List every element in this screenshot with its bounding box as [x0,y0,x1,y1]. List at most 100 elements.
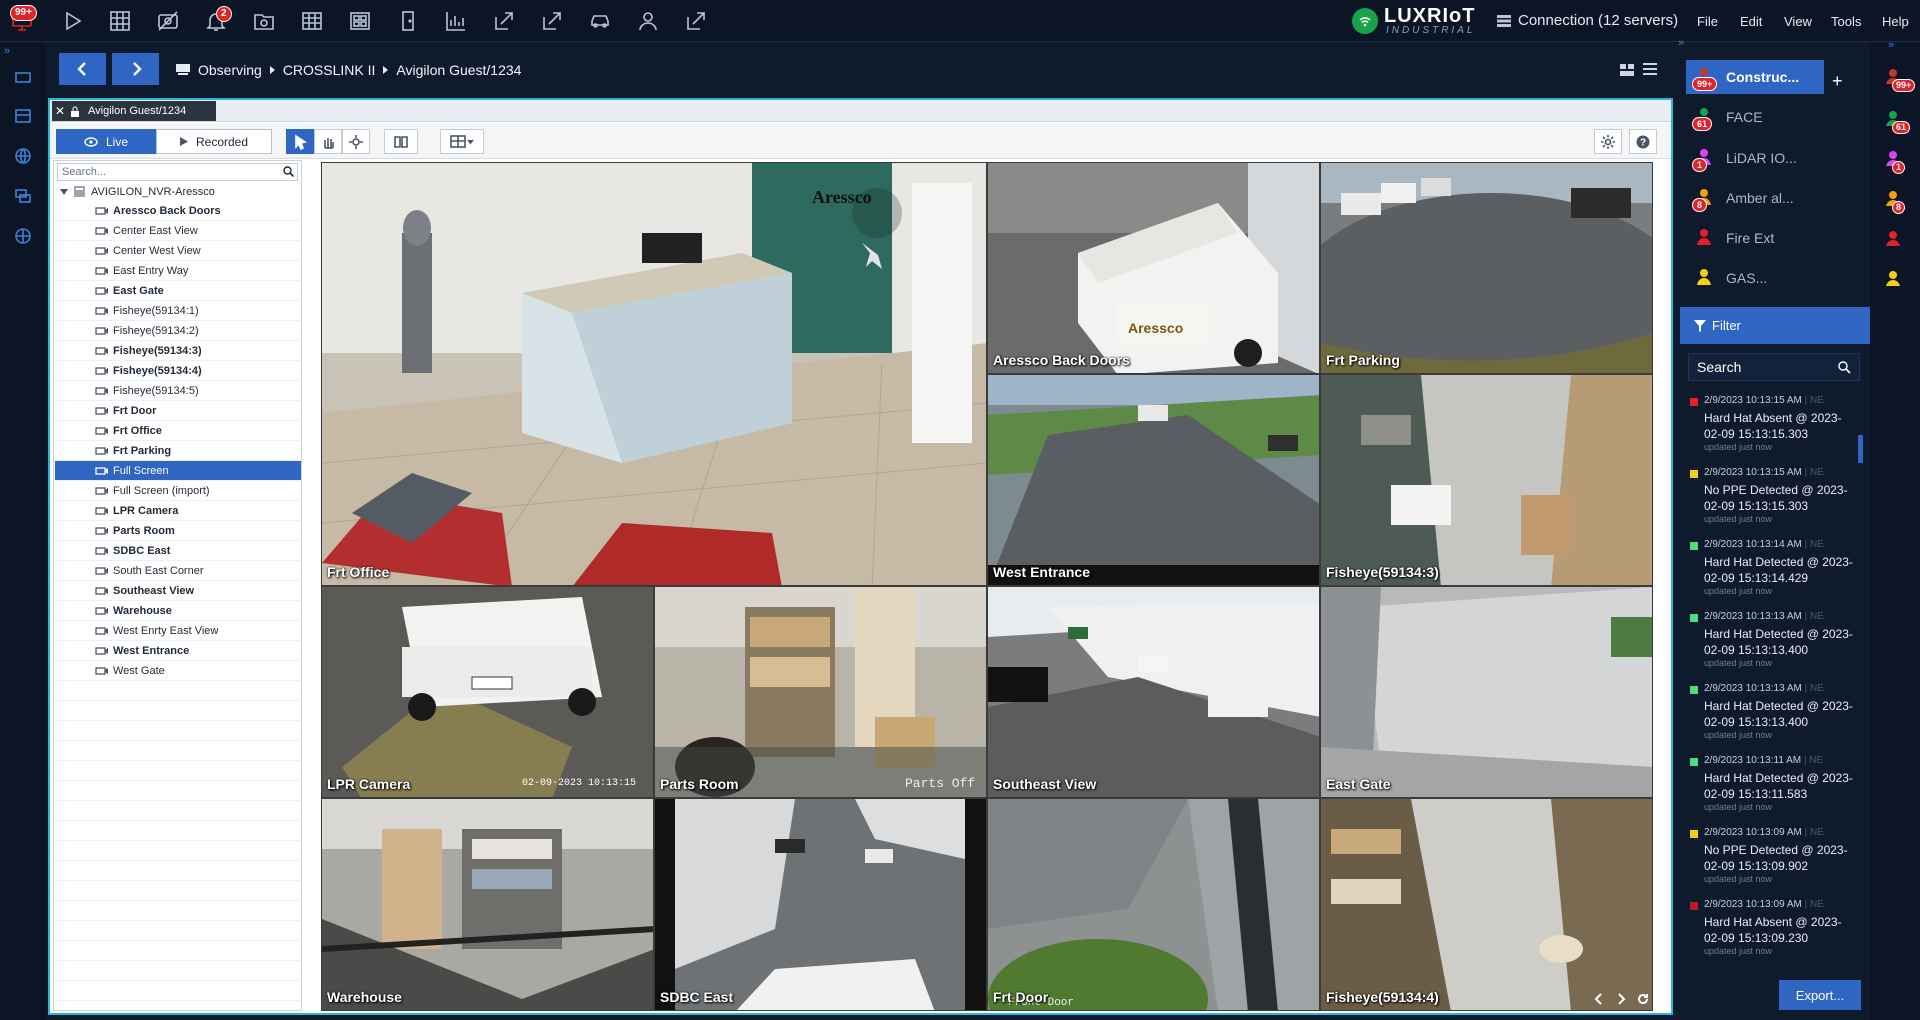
tree-item[interactable]: West Entrance [55,641,301,661]
help-button[interactable]: ? [1629,129,1657,154]
add-group-icon[interactable]: + [1832,71,1843,92]
search-icon[interactable] [1838,361,1851,374]
event-item[interactable]: 2/9/2023 10:13:15 AM | NE Hard Hat Absent… [1690,394,1862,462]
camera-tile-warehouse[interactable]: Warehouse [321,798,654,1011]
tree-item[interactable]: Full Screen [55,461,301,481]
export-button[interactable]: Export... [1779,980,1861,1010]
camera-tile-fisheye-4[interactable]: Fisheye(59134:4) [1320,798,1653,1011]
settings-button[interactable] [1594,129,1622,154]
menu-tools[interactable]: Tools [1831,14,1861,29]
rail-group-icon[interactable] [1884,229,1906,251]
event-item[interactable]: 2/9/2023 10:13:13 AM | NE Hard Hat Detect… [1690,610,1862,678]
event-group[interactable]: 8 Amber al... [1686,181,1866,215]
tree-item[interactable]: Warehouse [55,601,301,621]
next-page-button[interactable] [1611,990,1631,1008]
camera-tile-lpr-camera[interactable]: 02-09-2023 10:13:15 LPR Camera [321,586,654,798]
rail-expand-chevron-icon[interactable]: » [1888,39,1894,51]
event-scrollbar[interactable] [1858,435,1863,463]
share-icon[interactable] [536,6,568,36]
book-button[interactable] [384,129,418,154]
camera-tile-fisheye-3[interactable]: Fisheye(59134:3) [1320,374,1653,586]
camera-tile-southeast-view[interactable]: Southeast View [987,586,1320,798]
live-button[interactable]: Live [56,129,156,154]
rail-group-icon[interactable]: 8 [1884,189,1906,214]
camera-tile-west-entrance[interactable]: West Entrance [987,374,1320,586]
layout-grid-icon[interactable] [104,6,136,36]
export-icon[interactable] [488,6,520,36]
table-icon[interactable] [296,6,328,36]
network-rail-icon[interactable] [14,227,32,245]
tree-item[interactable]: Center East View [55,221,301,241]
recorded-button[interactable]: Recorded [156,129,272,154]
matrix-icon[interactable] [344,6,376,36]
hamburger-menu-icon[interactable] [1643,62,1657,80]
event-group[interactable]: GAS... [1686,261,1866,295]
tree-item[interactable]: East Gate [55,281,301,301]
ptz-tool-button[interactable] [342,129,370,154]
prev-page-button[interactable] [1589,990,1609,1008]
crumb-layout[interactable]: Avigilon Guest/1234 [396,62,521,78]
tree-item[interactable]: Frt Door [55,401,301,421]
user-icon[interactable] [632,6,664,36]
event-group[interactable]: 99+ Construc... [1686,60,1824,94]
tree-item[interactable]: LPR Camera [55,501,301,521]
back-button[interactable] [59,53,106,85]
layout-select-button[interactable] [440,129,484,154]
tree-item[interactable]: Center West View [55,241,301,261]
car-icon[interactable] [584,6,616,36]
camera-tile-frt-parking[interactable]: Frt Parking [1320,162,1653,374]
tree-item[interactable]: Frt Office [55,421,301,441]
filter-button[interactable]: Filter [1680,307,1870,344]
event-group[interactable]: 1 LiDAR IO... [1686,141,1866,175]
rail-group-icon[interactable]: 99+ [1884,67,1916,92]
play-icon[interactable] [56,6,88,36]
camera-tile-aressco-back-doors[interactable]: Aressco Aressco Back Doors [987,162,1320,374]
rail-group-icon[interactable]: 61 [1884,109,1911,134]
tree-item[interactable]: Fisheye(59134:5) [55,381,301,401]
monitor-rail-icon[interactable] [14,69,32,87]
camera-tile-frt-office[interactable]: Aressco Frt Office [321,162,987,586]
tree-item[interactable]: Fisheye(59134:3) [55,341,301,361]
globe-rail-icon[interactable] [14,147,32,165]
tree-item[interactable]: East Entry Way [55,261,301,281]
camera-tile-east-gate[interactable]: East Gate [1320,586,1653,798]
close-tab-icon[interactable]: ✕ [52,104,68,118]
event-group[interactable]: 61 FACE [1686,100,1866,134]
folder-camera-icon[interactable] [248,6,280,36]
tree-item[interactable]: West Gate [55,661,301,681]
tree-search-input[interactable]: Search... [57,163,298,181]
tree-item[interactable]: SDBC East [55,541,301,561]
camera-tile-parts-room[interactable]: Parts Off Parts Room [654,586,987,798]
tree-item[interactable]: South East Corner [55,561,301,581]
rail-group-icon[interactable]: 1 [1884,149,1906,174]
event-search-input[interactable]: Search [1688,353,1860,381]
tree-item[interactable]: Frt Parking [55,441,301,461]
tree-item[interactable]: Parts Room [55,521,301,541]
external-link-icon[interactable] [680,6,712,36]
crumb-observing[interactable]: Observing [198,62,262,78]
crumb-server[interactable]: CROSSLINK II [283,62,376,78]
tree-root-server[interactable]: AVIGILON_NVR-Aressco [60,185,215,198]
pan-tool-button[interactable] [314,129,342,154]
tree-item[interactable]: Fisheye(59134:2) [55,321,301,341]
screens-rail-icon[interactable] [14,187,32,205]
tree-item[interactable]: Aressco Back Doors [55,201,301,221]
camera-tile-frt-door[interactable]: Front Door Frt Door [987,798,1320,1011]
rail-group-icon[interactable] [1884,269,1906,291]
event-item[interactable]: 2/9/2023 10:13:15 AM | NE No PPE Detected… [1690,466,1862,534]
tree-item[interactable]: West Enrty East View [55,621,301,641]
camera-tile-sdbc-east[interactable]: SDBC East [654,798,987,1011]
select-tool-button[interactable] [286,129,314,154]
tree-item[interactable]: Fisheye(59134:1) [55,301,301,321]
event-item[interactable]: 2/9/2023 10:13:14 AM | NE Hard Hat Detect… [1690,538,1862,606]
camera-off-icon[interactable] [152,6,184,36]
event-item[interactable]: 2/9/2023 10:13:09 AM | NE Hard Hat Absent… [1690,898,1862,966]
expand-chevron-icon[interactable]: » [4,45,10,57]
menu-help[interactable]: Help [1882,14,1909,29]
door-icon[interactable] [392,6,424,36]
menu-edit[interactable]: Edit [1740,14,1762,29]
event-item[interactable]: 2/9/2023 10:13:13 AM | NE Hard Hat Detect… [1690,682,1862,750]
tree-item[interactable]: Full Screen (import) [55,481,301,501]
event-group[interactable]: Fire Ext [1686,221,1866,255]
search-icon[interactable] [283,166,294,177]
